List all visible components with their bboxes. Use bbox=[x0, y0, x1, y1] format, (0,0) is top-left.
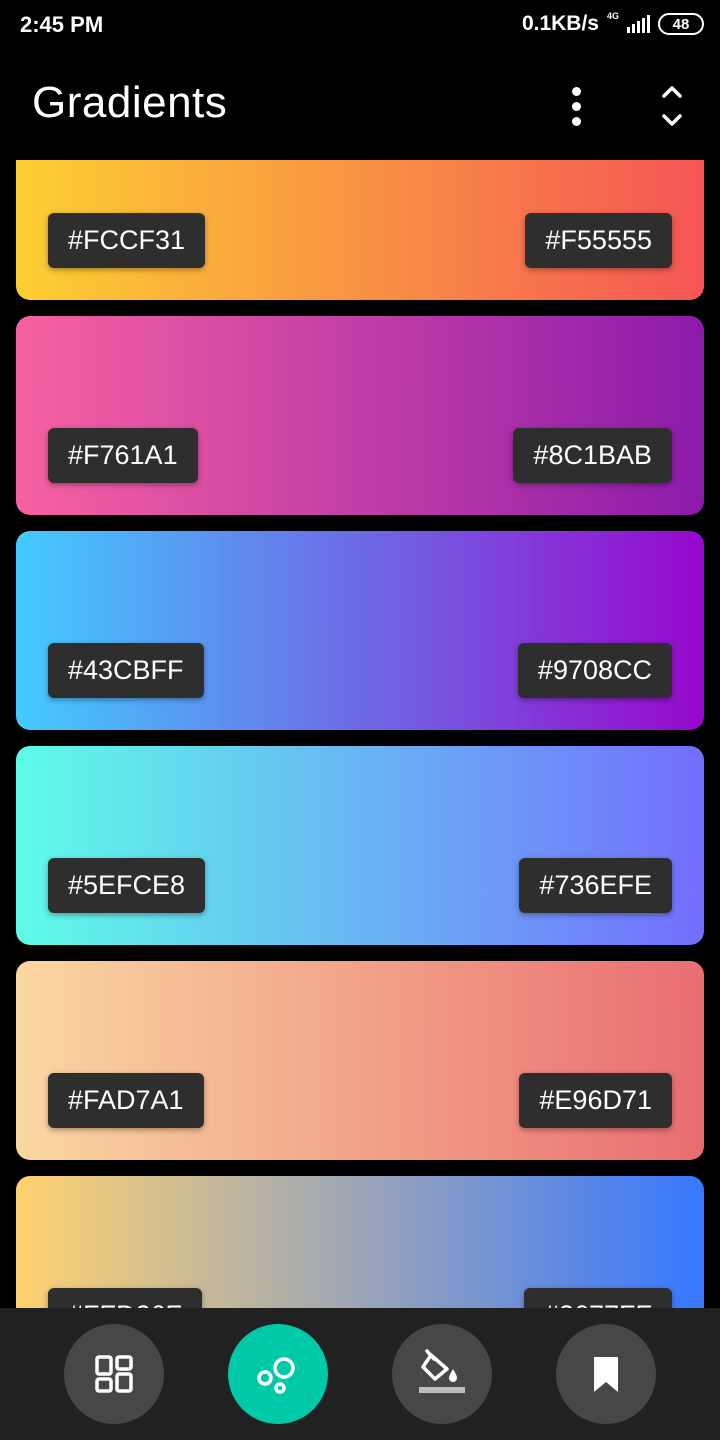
app-bar: Gradients bbox=[0, 58, 720, 154]
nav-paint-button[interactable] bbox=[392, 1324, 492, 1424]
color-end-chip[interactable]: #E96D71 bbox=[519, 1073, 672, 1128]
nav-bookmark-button[interactable] bbox=[556, 1324, 656, 1424]
gradient-card[interactable]: #5EFCE8 #736EFE bbox=[16, 746, 704, 945]
color-start-chip[interactable]: #F761A1 bbox=[48, 428, 198, 483]
color-start-chip[interactable]: #5EFCE8 bbox=[48, 858, 206, 913]
nav-bubbles-button[interactable] bbox=[228, 1324, 328, 1424]
color-start-chip[interactable]: #FFD26F bbox=[48, 1288, 203, 1308]
battery-level: 48 bbox=[672, 15, 690, 33]
color-start-chip[interactable]: #FAD7A1 bbox=[48, 1073, 204, 1128]
status-bar: 2:45 PM 0.1KB/s 4G 48 bbox=[0, 0, 720, 50]
gradient-list[interactable]: #FCCF31 #F55555 #F761A1 #8C1BAB #43CBFF #9708… bbox=[0, 160, 720, 1308]
color-end-chip[interactable]: #8C1BAB bbox=[513, 428, 672, 483]
gradient-card[interactable]: #FAD7A1 #E96D71 bbox=[16, 961, 704, 1160]
color-end-chip[interactable]: #736EFE bbox=[519, 858, 672, 913]
paint-bucket-icon bbox=[419, 1349, 465, 1393]
color-start-chip[interactable]: #43CBFF bbox=[48, 643, 204, 698]
gradient-card[interactable]: #FFD26F #3677FF bbox=[16, 1176, 704, 1308]
signal-icon bbox=[627, 15, 650, 33]
status-time: 2:45 PM bbox=[20, 12, 104, 37]
status-indicators: 0.1KB/s 4G 48 bbox=[521, 11, 704, 36]
bottom-nav bbox=[0, 1308, 720, 1440]
battery-icon: 48 bbox=[658, 13, 704, 35]
network-speed: 0.1KB/s bbox=[521, 12, 599, 35]
page-title: Gradients bbox=[32, 78, 228, 127]
bubbles-icon bbox=[257, 1357, 295, 1394]
color-end-chip[interactable]: #F55555 bbox=[525, 213, 672, 268]
more-vert-icon[interactable] bbox=[556, 82, 596, 130]
color-start-chip[interactable]: #FCCF31 bbox=[48, 213, 206, 268]
gradient-card[interactable]: #F761A1 #8C1BAB bbox=[16, 316, 704, 515]
dashboard-icon bbox=[95, 1355, 133, 1393]
network-type: 4G bbox=[606, 11, 619, 21]
color-end-chip[interactable]: #9708CC bbox=[517, 643, 672, 698]
unfold-icon[interactable] bbox=[650, 82, 694, 130]
nav-dashboard-button[interactable] bbox=[64, 1324, 164, 1424]
color-end-chip[interactable]: #3677FF bbox=[523, 1288, 672, 1308]
gradient-card[interactable]: #FCCF31 #F55555 bbox=[16, 160, 704, 300]
bookmark-icon bbox=[594, 1357, 618, 1392]
gradient-card[interactable]: #43CBFF #9708CC bbox=[16, 531, 704, 730]
